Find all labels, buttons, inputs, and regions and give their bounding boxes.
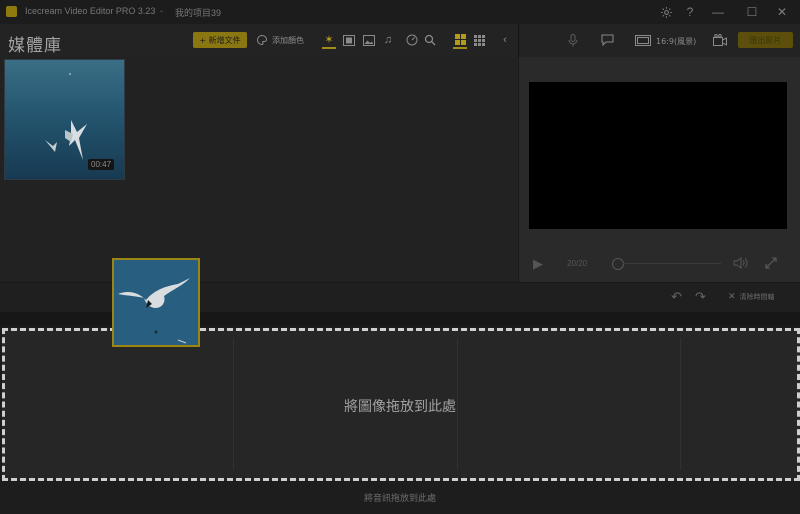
help-button[interactable]: ? <box>681 3 699 21</box>
media-library-title: 媒體庫 <box>8 36 62 56</box>
microphone-icon <box>568 33 578 46</box>
audio-drop-label: 將音訊拖放到此處 <box>363 494 436 504</box>
expand-icon <box>765 257 777 269</box>
star-icon: ✶ <box>324 34 334 46</box>
time-display: 20/20 <box>567 259 588 268</box>
dragged-clip-thumbnail[interactable] <box>112 258 200 347</box>
clear-timeline-button[interactable]: ✕ 清除時間軸 <box>728 292 775 302</box>
playhead-handle[interactable] <box>612 258 624 270</box>
maximize-button[interactable]: ☐ <box>743 3 761 21</box>
palette-icon <box>257 34 268 46</box>
preview-screen <box>529 82 787 229</box>
add-file-button[interactable]: + 新增文件 <box>193 32 247 48</box>
redo-icon: ↷ <box>695 289 706 304</box>
drop-zone-label: 將圖像拖放到此處 <box>344 399 456 415</box>
gauge-icon <box>406 34 418 46</box>
sort-button[interactable] <box>405 32 419 48</box>
camera-icon <box>713 34 727 46</box>
app-logo-icon <box>6 6 17 17</box>
volume-icon <box>733 257 748 269</box>
search-button[interactable] <box>423 32 437 48</box>
favorites-filter-button[interactable]: ✶ <box>322 32 336 49</box>
camera-button[interactable] <box>713 32 727 48</box>
add-color-button[interactable]: 添加顏色 <box>256 33 304 47</box>
dragged-clip-image <box>114 260 198 345</box>
duration-badge: 00:47 <box>88 159 115 170</box>
film-icon <box>343 34 355 46</box>
export-video-button[interactable]: 匯出影片 <box>738 32 793 48</box>
aspect-ratio-label[interactable]: 16:9(風景) <box>656 36 696 47</box>
clear-timeline-label: 清除時間軸 <box>739 293 775 301</box>
app-title: Icecream Video Editor PRO 3.23 <box>25 6 156 16</box>
subtitles-button[interactable] <box>600 32 614 48</box>
voiceover-button[interactable] <box>566 32 580 48</box>
grid-view-button[interactable] <box>453 32 467 49</box>
project-name: 我的项目39 <box>175 8 222 18</box>
gear-icon <box>660 6 672 18</box>
comment-icon <box>601 34 613 46</box>
redo-button[interactable]: ↷ <box>695 289 706 305</box>
close-icon: ✕ <box>728 292 736 302</box>
toolbar-divider <box>518 24 519 57</box>
title-separator: - <box>160 6 163 16</box>
video-filter-button[interactable] <box>342 32 356 48</box>
image-filter-button[interactable] <box>362 32 376 48</box>
search-icon <box>424 34 436 46</box>
fullscreen-button[interactable] <box>764 256 780 272</box>
aspect-ratio-icon <box>635 34 651 46</box>
play-icon: ▶ <box>533 256 543 271</box>
grid-large-icon <box>454 34 466 45</box>
chevron-left-icon: ‹ <box>503 34 507 46</box>
close-button[interactable]: ✕ <box>773 3 791 21</box>
audio-filter-button[interactable]: ♫ <box>381 32 395 48</box>
play-button[interactable]: ▶ <box>530 256 546 272</box>
volume-button[interactable] <box>733 256 749 272</box>
music-note-icon: ♫ <box>383 34 393 46</box>
collapse-panel-button[interactable]: ‹ <box>498 32 512 48</box>
aspect-ratio-button[interactable] <box>634 32 652 48</box>
grid-small-icon <box>473 34 485 46</box>
scrub-track[interactable] <box>623 263 721 264</box>
list-view-button[interactable] <box>472 32 486 48</box>
settings-button[interactable] <box>657 3 675 21</box>
undo-icon: ↶ <box>671 289 682 304</box>
minimize-button[interactable]: — <box>709 3 727 21</box>
image-icon <box>363 34 375 46</box>
undo-button[interactable]: ↶ <box>671 289 682 305</box>
add-color-label: 添加顏色 <box>272 35 304 45</box>
